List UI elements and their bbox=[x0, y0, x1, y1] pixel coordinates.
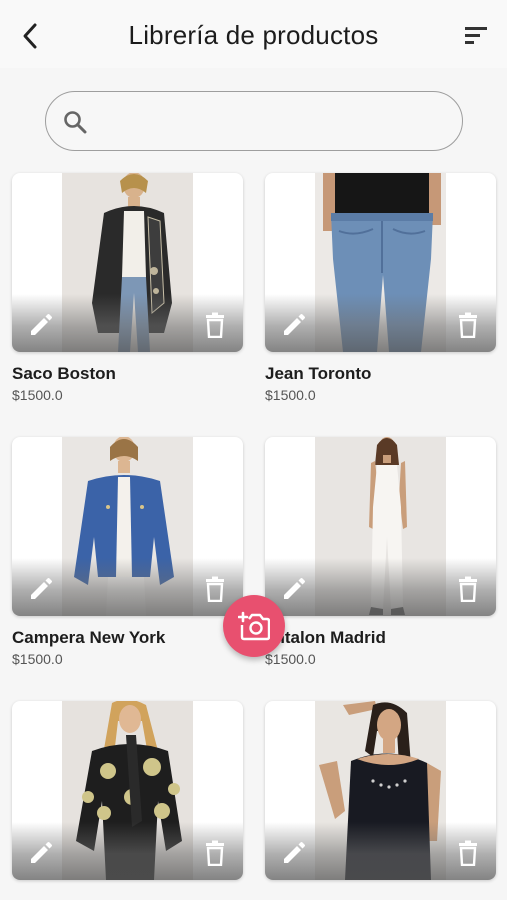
product-price: $1500.0 bbox=[12, 387, 63, 403]
product-image-frame bbox=[265, 701, 496, 880]
delete-icon[interactable] bbox=[203, 312, 227, 338]
add-photo-icon bbox=[238, 611, 270, 641]
product-price: $1500.0 bbox=[265, 387, 316, 403]
product-image-frame bbox=[265, 173, 496, 352]
product-card[interactable]: antalon Madrid $1500.0 bbox=[265, 437, 496, 667]
edit-icon[interactable] bbox=[28, 576, 54, 602]
product-image-frame bbox=[12, 701, 243, 880]
page-title: Librería de productos bbox=[128, 20, 379, 50]
product-card[interactable] bbox=[265, 701, 496, 880]
product-image-frame bbox=[265, 437, 496, 616]
product-name: Campera New York bbox=[12, 628, 166, 647]
product-price: $1500.0 bbox=[265, 651, 316, 667]
edit-icon[interactable] bbox=[281, 312, 307, 338]
sort-icon bbox=[465, 27, 487, 44]
sort-button[interactable] bbox=[461, 20, 491, 50]
search-bar[interactable] bbox=[45, 91, 463, 151]
product-name: Jean Toronto bbox=[265, 364, 372, 383]
product-price: $1500.0 bbox=[12, 651, 63, 667]
delete-icon[interactable] bbox=[456, 840, 480, 866]
edit-icon[interactable] bbox=[28, 840, 54, 866]
edit-icon[interactable] bbox=[281, 840, 307, 866]
delete-icon[interactable] bbox=[203, 840, 227, 866]
delete-icon[interactable] bbox=[203, 576, 227, 602]
product-card[interactable]: Saco Boston $1500.0 bbox=[12, 173, 243, 403]
app-bar: Librería de productos bbox=[0, 0, 507, 68]
delete-icon[interactable] bbox=[456, 312, 480, 338]
product-image-frame bbox=[12, 437, 243, 616]
edit-icon[interactable] bbox=[28, 312, 54, 338]
product-card[interactable] bbox=[12, 701, 243, 880]
search-input[interactable] bbox=[98, 100, 448, 142]
product-image-frame bbox=[12, 173, 243, 352]
product-name: Saco Boston bbox=[12, 364, 116, 383]
add-photo-button[interactable] bbox=[223, 595, 285, 657]
search-icon bbox=[64, 111, 87, 134]
product-card[interactable]: Jean Toronto $1500.0 bbox=[265, 173, 496, 403]
product-card[interactable]: Campera New York $1500.0 bbox=[12, 437, 243, 667]
delete-icon[interactable] bbox=[456, 576, 480, 602]
edit-icon[interactable] bbox=[281, 576, 307, 602]
